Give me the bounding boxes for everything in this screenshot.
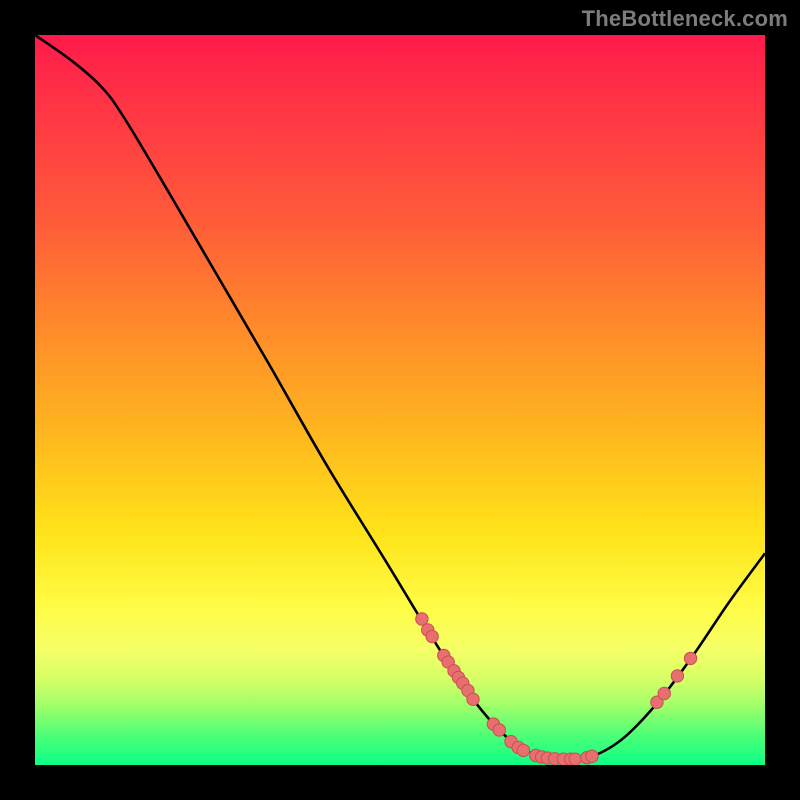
data-point bbox=[426, 630, 438, 642]
data-point bbox=[684, 652, 696, 664]
data-point bbox=[517, 744, 529, 756]
data-point bbox=[416, 613, 428, 625]
highlighted-points-group bbox=[416, 613, 697, 765]
outer-frame: TheBottleneck.com bbox=[0, 0, 800, 800]
bottleneck-curve bbox=[35, 35, 765, 761]
plot-area bbox=[35, 35, 765, 765]
watermark-text: TheBottleneck.com bbox=[582, 6, 788, 32]
chart-svg bbox=[35, 35, 765, 765]
data-point bbox=[658, 687, 670, 699]
data-point bbox=[671, 670, 683, 682]
data-point bbox=[586, 750, 598, 762]
data-point bbox=[569, 753, 581, 765]
data-point bbox=[467, 693, 479, 705]
data-point bbox=[493, 724, 505, 736]
